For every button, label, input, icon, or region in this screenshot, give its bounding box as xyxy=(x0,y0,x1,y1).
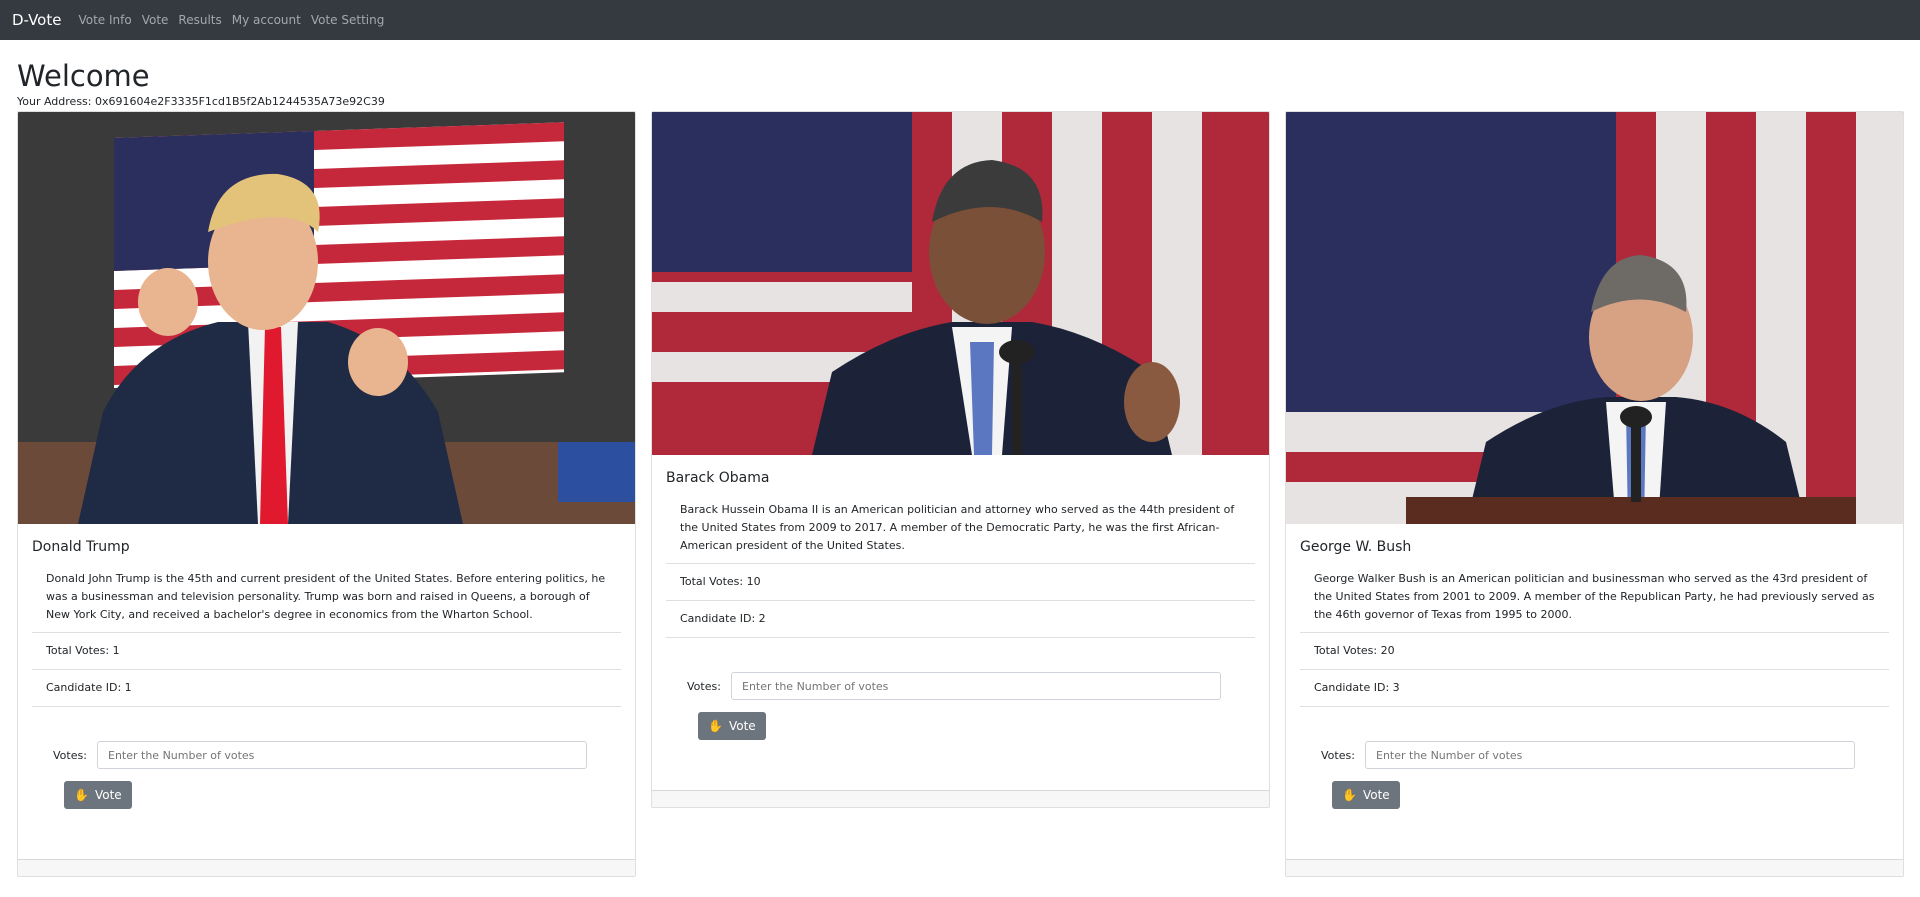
candidate-name: George W. Bush xyxy=(1300,539,1412,555)
brand-link[interactable]: D-Vote xyxy=(12,11,61,29)
vote-button[interactable]: ✋ Vote xyxy=(64,781,132,809)
page-title: Welcome xyxy=(17,59,150,93)
votes-label: Votes: xyxy=(687,679,721,693)
vote-button[interactable]: ✋ Vote xyxy=(1332,781,1400,809)
card-footer xyxy=(1286,859,1903,876)
votes-input[interactable] xyxy=(97,741,587,769)
candidate-description: George Walker Bush is an American politi… xyxy=(1300,570,1889,633)
vote-button-label: Vote xyxy=(1362,788,1390,802)
candidate-total-votes: Total Votes: 1 xyxy=(32,633,621,670)
nav-vote[interactable]: Vote xyxy=(142,13,169,27)
candidate-photo xyxy=(18,112,635,524)
vote-form-row: Votes: xyxy=(1300,741,1889,769)
votes-label: Votes: xyxy=(53,748,87,762)
votes-input[interactable] xyxy=(1365,741,1855,769)
candidate-name: Barack Obama xyxy=(666,470,770,486)
card-footer xyxy=(18,859,635,876)
hand-icon: ✋ xyxy=(708,719,723,733)
candidate-id: Candidate ID: 1 xyxy=(32,670,621,707)
address-line: Your Address: 0x691604e2F3335F1cd1B5f2Ab… xyxy=(17,95,385,109)
nav-my-account[interactable]: My account xyxy=(232,13,301,27)
candidate-photo-bush xyxy=(1286,112,1903,524)
nav-vote-info[interactable]: Vote Info xyxy=(78,13,131,27)
candidate-total-votes: Total Votes: 20 xyxy=(1300,633,1889,670)
nav-vote-setting[interactable]: Vote Setting xyxy=(311,13,385,27)
candidate-card: Barack Obama Barack Hussein Obama II is … xyxy=(651,111,1270,808)
candidate-photo-trump xyxy=(18,112,635,524)
votes-label: Votes: xyxy=(1321,748,1355,762)
candidate-card: Donald Trump Donald John Trump is the 45… xyxy=(17,111,636,877)
vote-form-row: Votes: xyxy=(666,672,1255,700)
candidate-name: Donald Trump xyxy=(32,539,130,555)
candidate-id: Candidate ID: 2 xyxy=(666,601,1255,638)
candidate-id: Candidate ID: 3 xyxy=(1300,670,1889,707)
hand-icon: ✋ xyxy=(1342,788,1357,802)
hand-icon: ✋ xyxy=(74,788,89,802)
candidate-info-list: Barack Hussein Obama II is an American p… xyxy=(666,501,1255,638)
candidate-info-list: Donald John Trump is the 45th and curren… xyxy=(32,570,621,707)
address-label: Your Address: xyxy=(17,95,92,108)
vote-form-row: Votes: xyxy=(32,741,621,769)
card-footer xyxy=(652,790,1269,807)
candidate-photo-obama xyxy=(652,112,1269,455)
candidate-description: Barack Hussein Obama II is an American p… xyxy=(666,501,1255,564)
votes-input[interactable] xyxy=(731,672,1221,700)
vote-button-label: Vote xyxy=(728,719,756,733)
candidate-info-list: George Walker Bush is an American politi… xyxy=(1300,570,1889,707)
vote-button-label: Vote xyxy=(94,788,122,802)
candidate-photo xyxy=(1286,112,1903,524)
candidate-description: Donald John Trump is the 45th and curren… xyxy=(32,570,621,633)
candidate-card: George W. Bush George Walker Bush is an … xyxy=(1285,111,1904,877)
navbar: D-Vote Vote Info Vote Results My account… xyxy=(0,0,1920,40)
vote-button[interactable]: ✋ Vote xyxy=(698,712,766,740)
nav-results[interactable]: Results xyxy=(178,13,221,27)
candidate-photo xyxy=(652,112,1269,455)
address-value: 0x691604e2F3335F1cd1B5f2Ab1244535A73e92C… xyxy=(95,95,385,108)
candidate-total-votes: Total Votes: 10 xyxy=(666,564,1255,601)
